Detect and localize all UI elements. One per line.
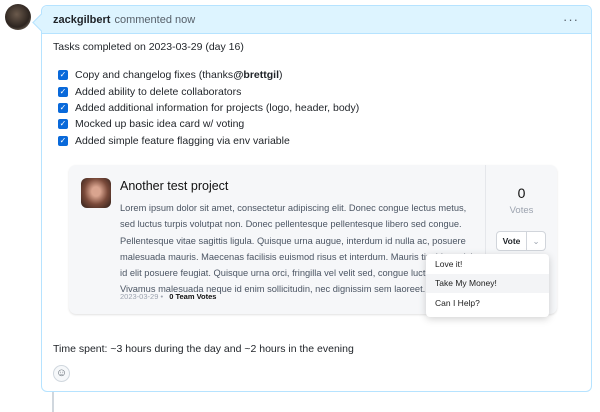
vote-count: 0 <box>517 185 526 201</box>
intro-text: Tasks completed on 2023-03-29 (day 16) <box>53 41 244 53</box>
smiley-icon[interactable]: ☺ <box>53 365 70 382</box>
task-item: ✓ Mocked up basic idea card w/ voting <box>58 118 245 131</box>
vote-split-button: Vote ⌄ <box>496 231 546 251</box>
card-body: Lorem ipsum dolor sit amet, consectetur … <box>120 203 473 295</box>
task-list: ✓ Copy and changelog fixes (thanks @brett… <box>58 67 580 149</box>
checkbox[interactable]: ✓ <box>58 86 68 97</box>
checkbox[interactable]: ✓ <box>58 70 68 81</box>
menu-item-take-my-money[interactable]: Take My Money! <box>426 273 549 293</box>
comment-meta: commented now <box>114 13 196 26</box>
task-item: ✓ Added additional information for projec… <box>58 101 360 114</box>
team-votes: 0 Team Votes <box>169 292 217 301</box>
time-spent: Time spent: ~3 hours during the day and … <box>53 343 354 355</box>
votes-label: Votes <box>509 205 534 216</box>
menu-item-can-i-help[interactable]: Can I Help? <box>426 293 549 313</box>
comment-header: zackgilbert commented now ··· <box>42 6 591 34</box>
checkbox[interactable]: ✓ <box>58 119 68 130</box>
task-item: ✓ Copy and changelog fixes (thanks @brett… <box>58 69 283 82</box>
menu-item-love-it[interactable]: Love it! <box>426 254 549 274</box>
checkbox[interactable]: ✓ <box>58 102 68 113</box>
mention-link[interactable]: @brettgil <box>233 69 279 81</box>
author-name[interactable]: zackgilbert <box>53 14 110 26</box>
vote-button[interactable]: Vote <box>497 232 527 250</box>
author-avatar[interactable] <box>5 4 31 30</box>
task-item: ✓ Added ability to delete collaborators <box>58 85 242 98</box>
timeline-line <box>52 392 54 412</box>
task-item: ✓ Added simple feature flagging via env v… <box>58 134 290 147</box>
card-footer: 2023-03-29 • 0 Team Votes <box>120 292 217 301</box>
kebab-icon[interactable]: ··· <box>563 12 579 27</box>
card-date: 2023-03-29 <box>120 292 159 301</box>
comment-box: zackgilbert commented now ··· Tasks comp… <box>41 5 592 392</box>
chevron-down-icon[interactable]: ⌄ <box>527 232 545 250</box>
checkbox[interactable]: ✓ <box>58 135 68 146</box>
vote-menu: Love it! Take My Money! Can I Help? <box>426 254 549 317</box>
project-logo <box>81 178 111 208</box>
card-title: Another test project <box>120 179 229 193</box>
comment-body: Tasks completed on 2023-03-29 (day 16) ✓… <box>53 41 580 382</box>
